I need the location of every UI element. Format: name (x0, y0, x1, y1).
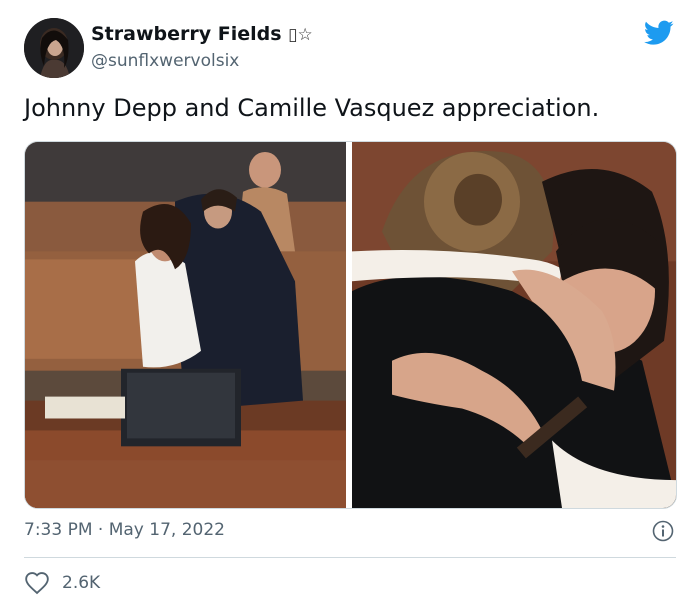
name-badge: ▯☆ (288, 25, 313, 45)
twitter-bird-icon[interactable] (644, 20, 674, 46)
divider (24, 557, 676, 558)
tweet-timestamp[interactable]: 7:33 PM · May 17, 2022 (24, 520, 225, 540)
tweet-text: Johnny Depp and Camille Vasquez apprecia… (24, 94, 600, 122)
like-action[interactable]: 2.6K (24, 571, 100, 595)
heart-icon[interactable] (24, 571, 50, 595)
author-display-name[interactable]: Strawberry Fields ▯☆ (91, 23, 313, 45)
like-count: 2.6K (62, 573, 101, 593)
info-icon[interactable] (652, 520, 674, 542)
photo-closeup-hug[interactable] (352, 142, 676, 508)
tweet-media[interactable] (24, 141, 677, 509)
photo-courtroom-hug[interactable] (25, 142, 346, 508)
author-handle[interactable]: @sunflxwervolsix (91, 51, 239, 71)
avatar[interactable] (24, 18, 84, 78)
